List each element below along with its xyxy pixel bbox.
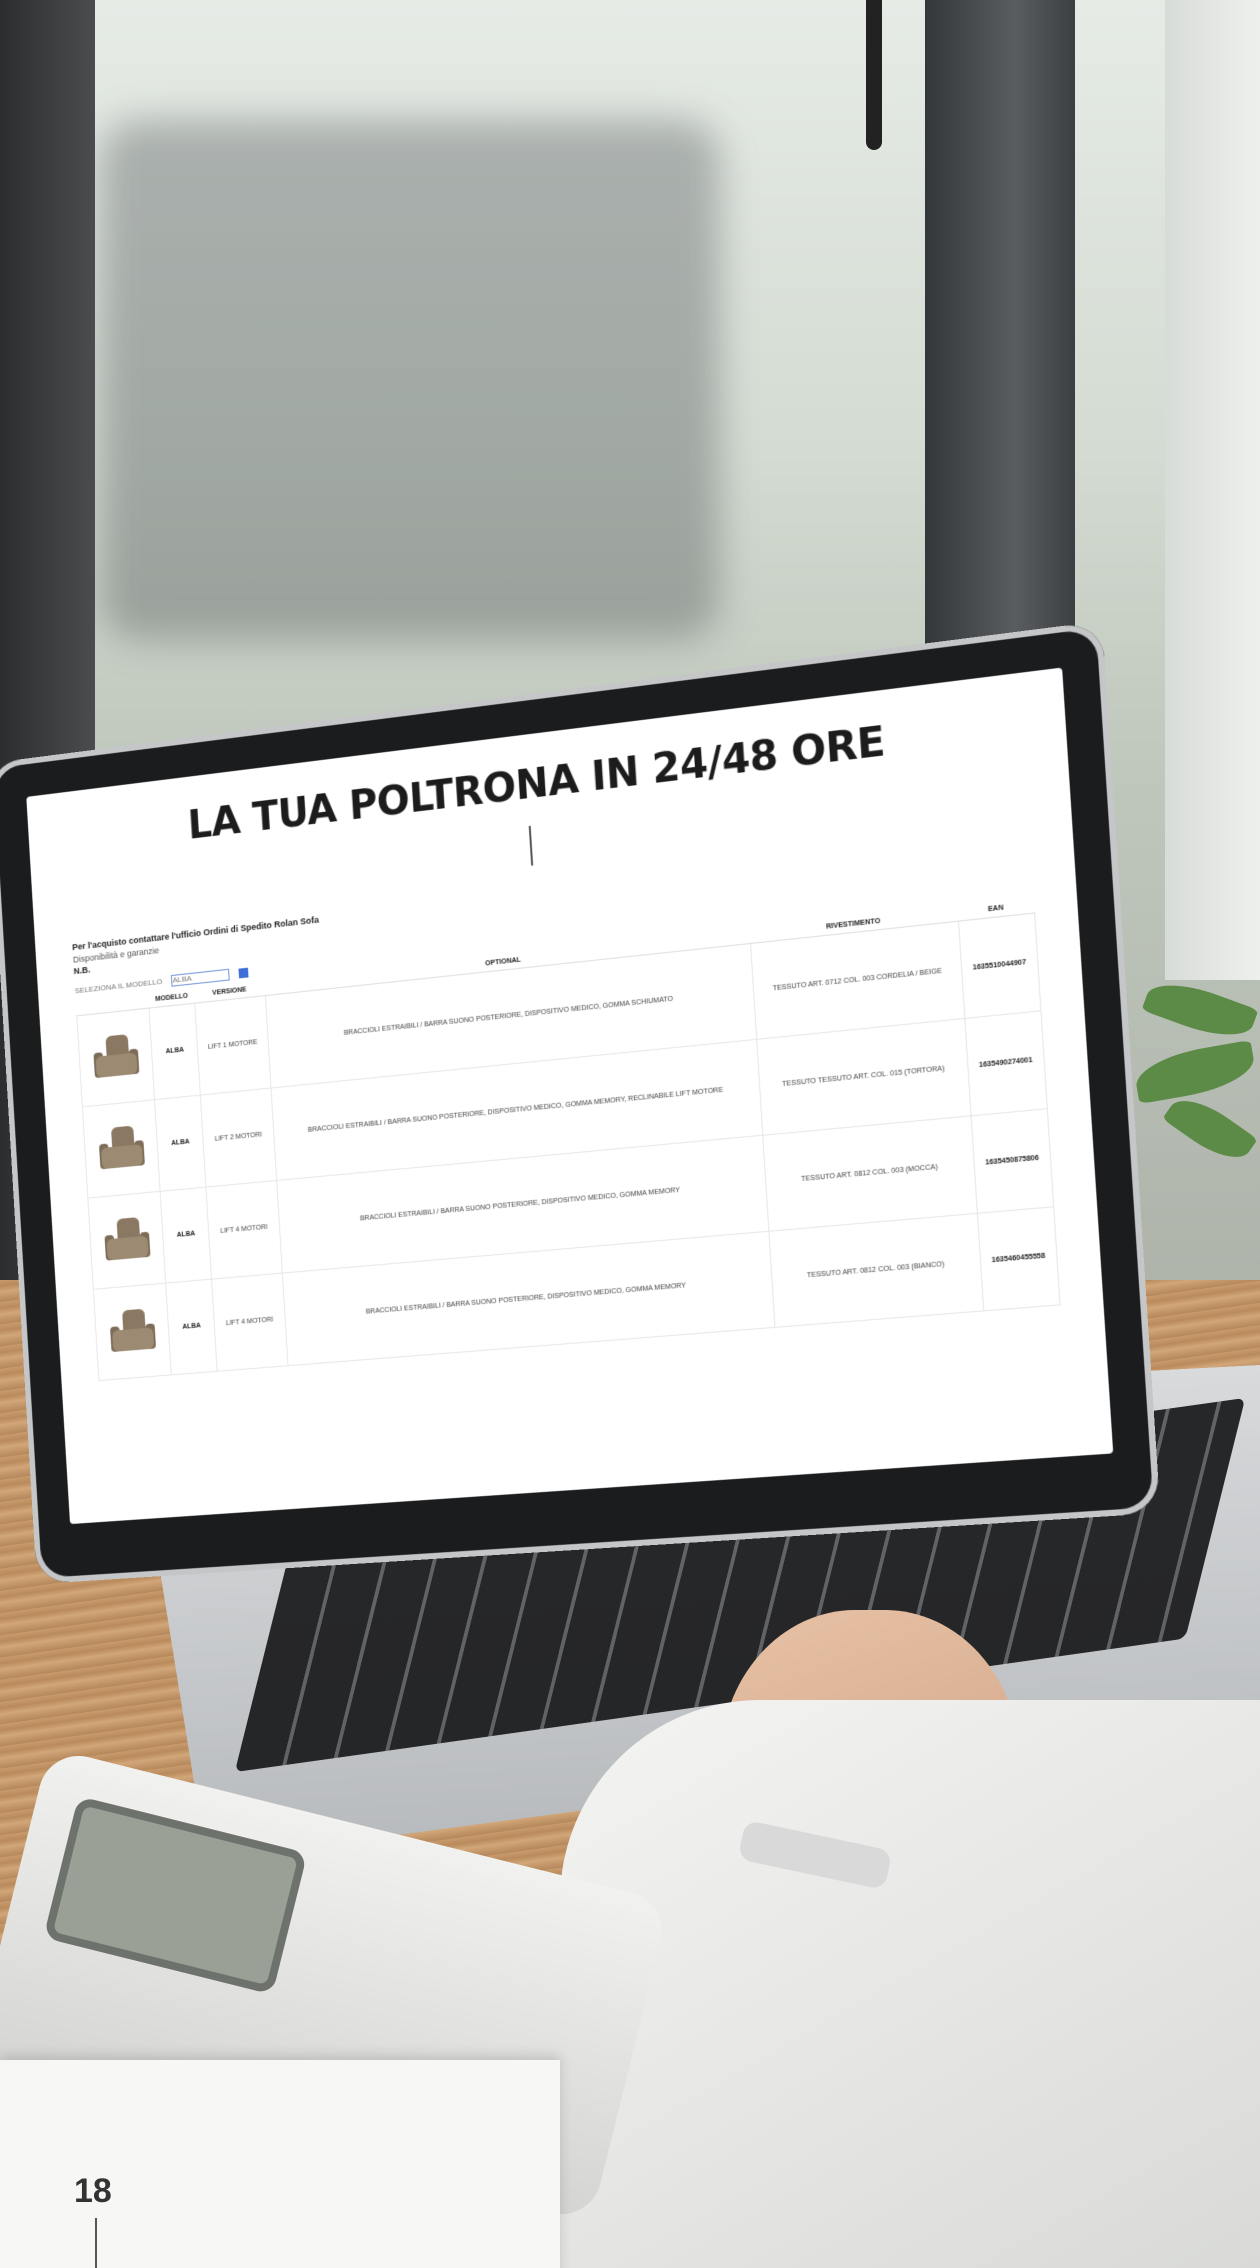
intro-line-1: Per l'acquisto contattare l'ufficio Ordi…: [71, 914, 320, 953]
blind-cord: [866, 0, 882, 150]
title-divider: [528, 825, 534, 866]
photo-scene: LA TUA POLTRONA IN 24/48 ORE Per l'acqui…: [0, 0, 1260, 2268]
row-model: ALBA: [165, 1278, 218, 1375]
row-code: 1635510044907: [958, 912, 1041, 1019]
armchair-icon: [94, 1124, 149, 1173]
potted-plant: [1132, 972, 1260, 1171]
page-number-rule: [95, 2218, 97, 2268]
model-select[interactable]: ALBA: [171, 968, 231, 987]
row-code: 1635450875806: [970, 1108, 1054, 1214]
row-covering: TESSUTO TESSUTO ART. COL. 015 (TORTORA): [756, 1018, 971, 1136]
blurred-outdoor-chairs: [100, 120, 720, 640]
laptop-lid: LA TUA POLTRONA IN 24/48 ORE Per l'acqui…: [0, 620, 1161, 1585]
calculator-display: [43, 1795, 308, 1995]
nb-label: N.B.: [73, 964, 91, 977]
row-version: LIFT 1 MOTORE: [194, 995, 271, 1095]
row-version: LIFT 2 MOTORI: [200, 1087, 277, 1187]
armchair-icon: [89, 1033, 143, 1083]
row-covering: TESSUTO ART. 0812 COL. 003 (BIANCO): [769, 1213, 984, 1328]
row-model: ALBA: [154, 1094, 207, 1192]
white-sleeve: [560, 1700, 1260, 2268]
chair-thumbnail: [87, 1191, 166, 1290]
page-number: 18: [74, 2172, 112, 2210]
filter-checkbox[interactable]: [238, 967, 249, 979]
chair-thumbnail: [82, 1099, 161, 1198]
armchair-icon: [105, 1307, 160, 1356]
row-code: 1635490274001: [964, 1010, 1048, 1116]
row-covering: TESSUTO ART. 0812 COL. 003 (MOCCA): [762, 1115, 978, 1232]
chair-thumbnail: [93, 1282, 172, 1381]
row-code: 1635460455558: [977, 1206, 1061, 1311]
laptop-screen: LA TUA POLTRONA IN 24/48 ORE Per l'acqui…: [26, 667, 1114, 1525]
row-model: ALBA: [149, 1002, 201, 1100]
armchair-icon: [100, 1216, 155, 1265]
window-frame-right: [1165, 0, 1260, 980]
row-version: LIFT 4 MOTORI: [211, 1272, 288, 1372]
model-select-value: ALBA: [172, 973, 192, 985]
row-version: LIFT 4 MOTORI: [206, 1180, 283, 1279]
notebook: [0, 2060, 560, 2268]
chair-thumbnail: [76, 1007, 155, 1107]
row-model: ALBA: [160, 1186, 212, 1283]
